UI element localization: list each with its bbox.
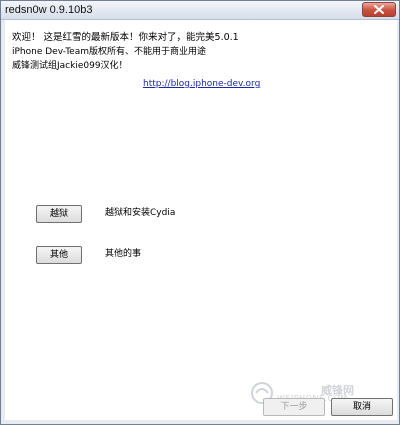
title-bar[interactable]: redsn0w 0.9.10b3 (1, 1, 399, 20)
cancel-button[interactable]: 取消 (331, 398, 393, 416)
dialog-content: 欢迎！ 这是红雪的最新版本！你来对了，能完美5.0.1 iPhone Dev-T… (5, 20, 397, 420)
intro-line-1: 欢迎！ 这是红雪的最新版本！你来对了，能完美5.0.1 (12, 32, 239, 43)
jailbreak-description: 越狱和安装Cydia (105, 208, 176, 218)
dev-team-link[interactable]: http://blog.iphone-dev.org (143, 79, 260, 89)
intro-text: 欢迎！ 这是红雪的最新版本！你来对了，能完美5.0.1 iPhone Dev-T… (12, 31, 239, 73)
intro-line-3: 威锋测试组Jackie099汉化！ (12, 61, 128, 71)
jailbreak-button[interactable]: 越狱 (36, 205, 82, 223)
extras-button[interactable]: 其他 (36, 246, 82, 264)
close-button[interactable] (362, 2, 396, 17)
app-window: redsn0w 0.9.10b3 欢迎！ 这是红雪的最新版本！你来对了，能完美5… (0, 0, 400, 425)
next-button[interactable]: 下一步 (263, 398, 325, 416)
close-icon (374, 5, 384, 14)
extras-description: 其他的事 (105, 249, 142, 259)
intro-line-2: iPhone Dev-Team版权所有、不能用于商业用途 (12, 47, 207, 57)
window-title: redsn0w 0.9.10b3 (5, 4, 93, 16)
